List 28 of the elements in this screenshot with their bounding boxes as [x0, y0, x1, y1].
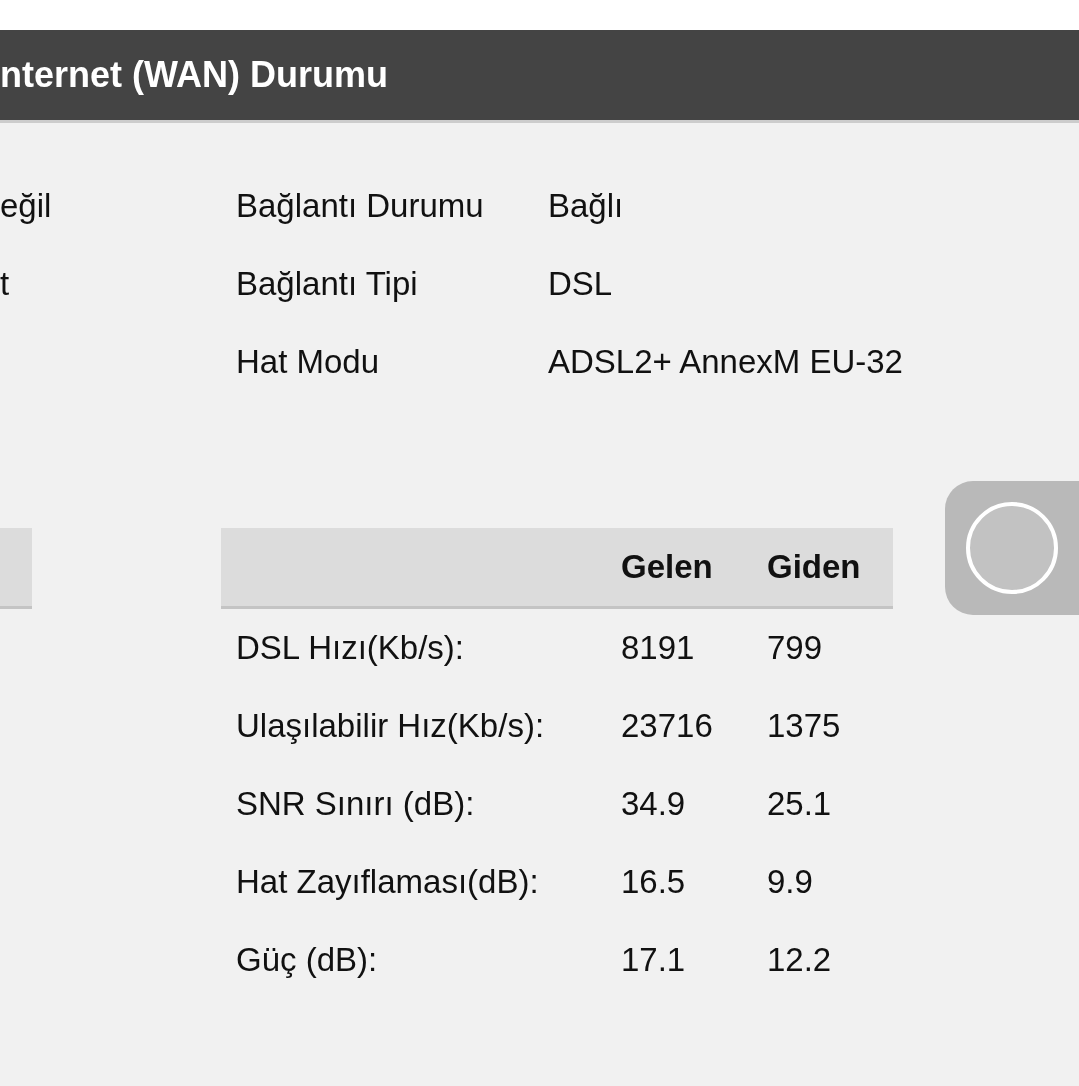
- table-cell: 34.9: [621, 785, 686, 822]
- table-cell: 25.1: [767, 785, 832, 822]
- table-cell: 8191: [621, 629, 695, 666]
- table-cell: 16.5: [621, 863, 686, 900]
- status-label: Hat Modu: [236, 343, 381, 381]
- assistive-touch-button[interactable]: [945, 481, 1079, 615]
- column-header: Gelen: [621, 548, 713, 585]
- table-cell: Ulaşılabilir Hız(Kb/s):: [236, 707, 545, 744]
- table-cell: 9.9: [767, 863, 813, 900]
- status-value: ADSL2+ AnnexM EU-32: [548, 343, 903, 381]
- status-label: Bağlantı Durumu: [236, 187, 485, 225]
- table-cell: 799: [767, 629, 823, 666]
- table-cell: 17.1: [621, 941, 686, 978]
- status-label: Bağlantı Tipi: [236, 265, 419, 303]
- status-value: DSL: [548, 265, 613, 303]
- column-header: Giden: [767, 548, 861, 585]
- status-value: Bağlı: [548, 187, 624, 225]
- table-cell: 12.2: [767, 941, 832, 978]
- table-cell: Güç (dB):: [236, 941, 378, 978]
- table-cell: SNR Sınırı (dB):: [236, 785, 475, 822]
- status-value: eğil: [0, 187, 52, 225]
- page-title: nternet (WAN) Durumu: [0, 54, 388, 96]
- status-value: t: [0, 265, 10, 303]
- table-cell: Hat Zayıflaması(dB):: [236, 863, 539, 900]
- table-cell: 1375: [767, 707, 841, 744]
- table-cell: DSL Hızı(Kb/s):: [236, 629, 464, 666]
- circle-icon: [966, 502, 1058, 594]
- table-cell: 23716: [621, 707, 713, 744]
